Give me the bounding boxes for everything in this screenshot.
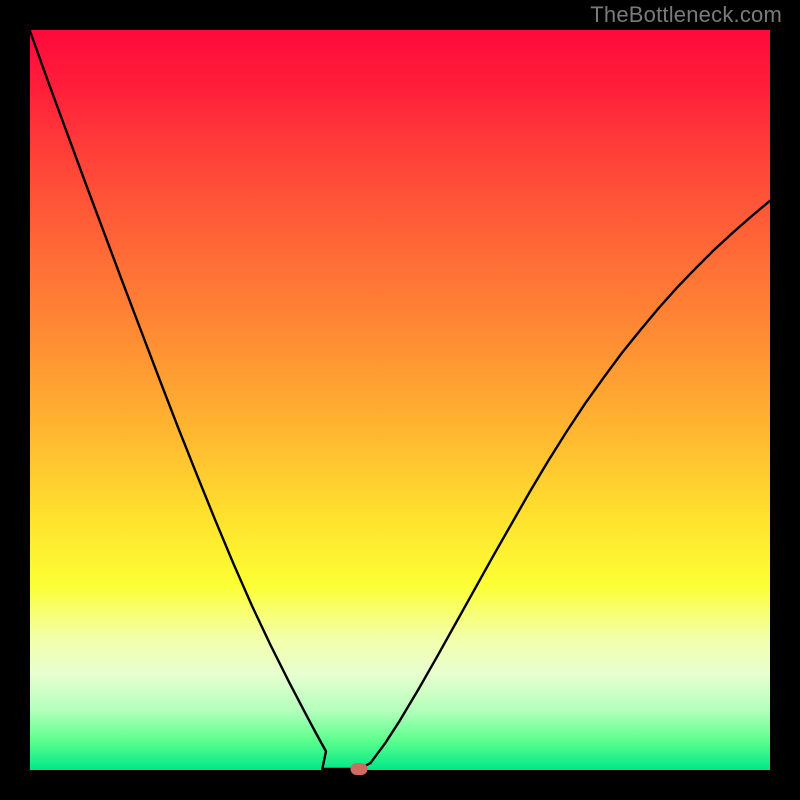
watermark-text: TheBottleneck.com [590,2,782,28]
bottleneck-curve [30,30,770,770]
curve-path [30,31,770,769]
plot-area [30,30,770,770]
optimum-marker [351,763,368,775]
chart-frame: TheBottleneck.com [0,0,800,800]
